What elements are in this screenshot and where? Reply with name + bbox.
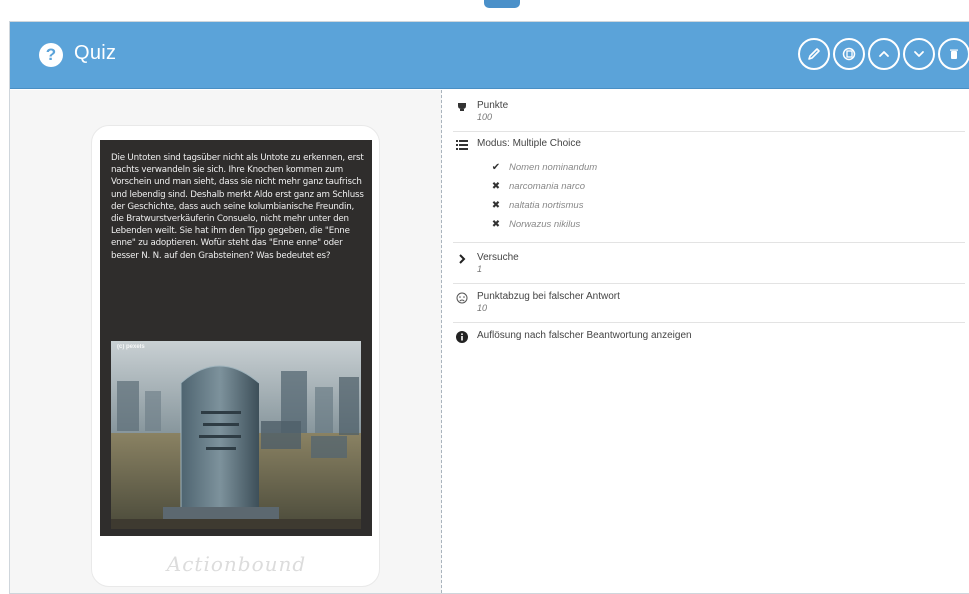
trophy-icon [455, 100, 469, 114]
answer-text: Nomen nominandum [509, 161, 598, 173]
solution-row: Auflösung nach falscher Beantwortung anz… [453, 330, 965, 348]
question-text: Die Untoten sind tagsüber nicht als Unto… [111, 153, 364, 261]
question-card: Die Untoten sind tagsüber nicht als Unto… [100, 140, 372, 536]
brand-logo: Actionbound [166, 552, 307, 576]
cross-icon: ✖ [491, 199, 501, 211]
answer-option: ✔ Nomen nominandum [489, 160, 597, 174]
checkmark-icon: ✔ [491, 161, 501, 173]
answer-text: narcomania narco [509, 180, 586, 192]
chevron-right-icon [455, 252, 469, 266]
edit-button[interactable] [798, 38, 830, 70]
phone-preview: Die Untoten sind tagsüber nicht als Unto… [91, 125, 380, 587]
trash-icon [950, 49, 958, 59]
penalty-value: 10 [477, 303, 488, 313]
gravestone-image: (c) pexels [111, 341, 361, 529]
penalty-row: Punktabzug bei falscher Antwort 10 [453, 291, 965, 323]
attempts-row: Versuche 1 [453, 252, 965, 284]
list-icon [455, 138, 469, 152]
mode-row: Modus: Multiple Choice ✔ Nomen nominandu… [453, 138, 965, 243]
quiz-header: ? Quiz [10, 22, 969, 89]
solution-label: Auflösung nach falscher Beantwortung anz… [477, 330, 692, 341]
details-pane: Punkte 100 Modus: Multiple Choice ✔ Nome… [443, 90, 969, 593]
answer-option: ✖ Norwazus nikilus [489, 217, 580, 231]
mode-label: Modus: Multiple Choice [477, 138, 581, 149]
move-down-button[interactable] [903, 38, 935, 70]
points-row: Punkte 100 [453, 100, 965, 132]
answer-text: Norwazus nikilus [509, 218, 581, 230]
panel-title: Quiz [74, 42, 117, 64]
quiz-element-panel: ? Quiz Die Untoten sind tagsüber nicht a… [9, 21, 969, 594]
answer-option: ✖ naltatia nortismus [489, 198, 584, 212]
move-up-button[interactable] [868, 38, 900, 70]
points-value: 100 [477, 112, 493, 122]
action-buttons [798, 38, 969, 72]
attempts-value: 1 [477, 264, 483, 274]
cross-icon: ✖ [491, 180, 501, 192]
penalty-label: Punktabzug bei falscher Antwort [477, 291, 620, 302]
image-watermark: (c) pexels [117, 344, 145, 350]
copy-button[interactable] [833, 38, 865, 70]
top-tab [484, 0, 520, 8]
panel-body: Die Untoten sind tagsüber nicht als Unto… [10, 90, 969, 593]
attempts-label: Versuche [477, 252, 519, 263]
preview-pane: Die Untoten sind tagsüber nicht als Unto… [10, 90, 442, 593]
chevron-up-icon [879, 51, 889, 57]
cross-icon: ✖ [491, 218, 501, 230]
chevron-down-icon [914, 51, 924, 57]
copy-icon [842, 47, 856, 61]
delete-button[interactable] [938, 38, 969, 70]
frown-icon [455, 291, 469, 305]
answer-text: naltatia nortismus [509, 199, 584, 211]
pencil-icon [808, 48, 820, 60]
question-circle-icon[interactable]: ? [39, 43, 63, 67]
answer-option: ✖ narcomania narco [489, 179, 585, 193]
points-label: Punkte [477, 100, 509, 111]
info-icon [455, 330, 469, 344]
